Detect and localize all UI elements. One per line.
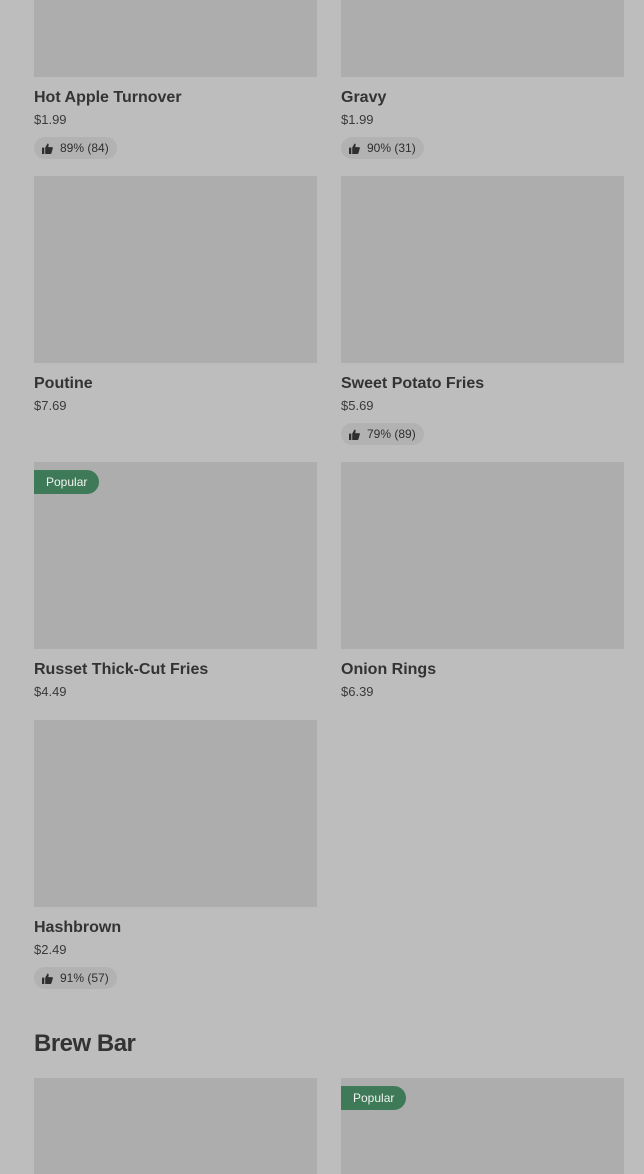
item-name: Gravy xyxy=(341,89,387,106)
item-name: Poutine xyxy=(34,375,93,392)
rating-text: 89% (84) xyxy=(60,141,109,155)
item-price: $2.49 xyxy=(34,942,67,957)
item-price: $5.69 xyxy=(341,398,374,413)
menu-item-card[interactable]: Poutine $7.69 xyxy=(34,176,317,414)
menu-item-card[interactable]: Hot Apple Turnover $1.99 89% (84) xyxy=(34,0,317,159)
item-image xyxy=(34,176,317,363)
item-image xyxy=(341,176,624,363)
item-price: $1.99 xyxy=(341,112,374,127)
rating-badge: 79% (89) xyxy=(341,423,424,445)
item-image xyxy=(341,0,624,77)
section-title-brew-bar: Brew Bar xyxy=(34,1030,136,1057)
menu-item-card[interactable]: Popular Russet Thick-Cut Fries $4.49 xyxy=(34,462,317,700)
item-image: Popular xyxy=(34,462,317,649)
item-image xyxy=(34,720,317,907)
item-price: $4.49 xyxy=(34,684,67,699)
rating-badge: 90% (31) xyxy=(341,137,424,159)
item-image xyxy=(341,462,624,649)
thumbs-up-icon xyxy=(42,972,53,984)
item-image xyxy=(34,0,317,77)
menu-item-card[interactable]: Hashbrown $2.49 91% (57) xyxy=(34,720,317,989)
rating-text: 90% (31) xyxy=(367,141,416,155)
rating-text: 91% (57) xyxy=(60,971,109,985)
item-price: $1.99 xyxy=(34,112,67,127)
menu-item-card[interactable]: Sweet Potato Fries $5.69 79% (89) xyxy=(341,176,624,445)
menu-item-card[interactable]: Gravy $1.99 90% (31) xyxy=(341,0,624,159)
item-image: Popular xyxy=(341,1078,624,1174)
item-name: Sweet Potato Fries xyxy=(341,375,485,392)
item-price: $6.39 xyxy=(341,684,374,699)
popular-badge: Popular xyxy=(34,470,100,494)
menu-item-card[interactable]: Onion Rings $6.39 xyxy=(341,462,624,700)
rating-badge: 91% (57) xyxy=(34,967,117,989)
menu-item-card[interactable] xyxy=(34,1078,317,1174)
item-image xyxy=(34,1078,317,1174)
item-price: $7.69 xyxy=(34,398,67,413)
thumbs-up-icon xyxy=(349,142,360,154)
popular-badge: Popular xyxy=(341,1086,407,1110)
rating-text: 79% (89) xyxy=(367,427,416,441)
item-name: Russet Thick-Cut Fries xyxy=(34,661,209,678)
item-name: Hot Apple Turnover xyxy=(34,89,182,106)
thumbs-up-icon xyxy=(349,428,360,440)
menu-item-card[interactable]: Popular xyxy=(341,1078,624,1174)
item-name: Hashbrown xyxy=(34,919,122,936)
item-name: Onion Rings xyxy=(341,661,437,678)
rating-badge: 89% (84) xyxy=(34,137,117,159)
thumbs-up-icon xyxy=(42,142,53,154)
